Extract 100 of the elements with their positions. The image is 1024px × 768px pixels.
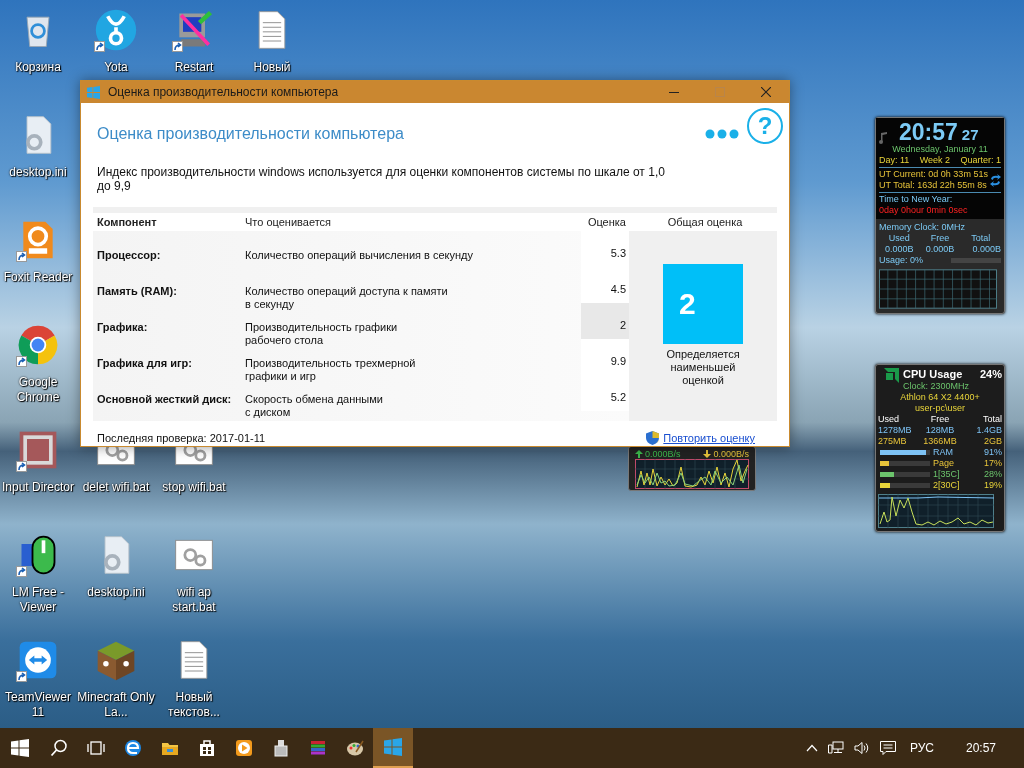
table-cell-text: Память (RAM):	[96, 285, 178, 299]
usage-bar	[951, 258, 1001, 263]
icon-label[interactable]: Новый	[233, 60, 311, 75]
table-cell-text: Графика для игр:	[96, 357, 193, 371]
taskbar-clock[interactable]: 20:57	[965, 741, 996, 755]
shortcut-arrow-icon	[172, 41, 183, 52]
score-cell: 9.9	[581, 339, 629, 375]
column-header: Компонент	[96, 216, 158, 228]
meter-value: 28%	[983, 469, 1002, 480]
app-circle-icon[interactable]	[94, 8, 138, 52]
icon-label[interactable]: stop wifi.bat	[155, 480, 233, 495]
column-header: Free	[929, 414, 951, 425]
download-arrow-icon	[703, 450, 712, 458]
usage-text: Usage: 0%	[879, 255, 924, 266]
table-cell-text: Количество операций доступа к памяти в секунду	[244, 285, 449, 312]
shortcut-arrow-icon	[94, 41, 105, 52]
score-cell: 5.3	[581, 231, 629, 267]
upload-arrow-icon	[635, 450, 643, 458]
window-title: Оценка производительности компьютера	[108, 85, 340, 99]
score-cell: 4.5	[581, 267, 629, 303]
meter-label: RAM	[933, 447, 954, 458]
shortcut-arrow-icon	[16, 356, 27, 367]
table-cell-text: Скорость обмена данными с диском	[244, 393, 384, 420]
new-year-countdown: 0day 0hour 0min 0sec	[879, 205, 969, 216]
icon-label[interactable]: TeamViewer 11	[0, 690, 77, 720]
icon-label[interactable]: Google Chrome	[0, 375, 77, 405]
table-cell-text: Процессор:	[96, 249, 162, 263]
shortcut-arrow-icon	[16, 566, 27, 577]
start-windows-icon[interactable]	[11, 739, 29, 757]
media-player-icon[interactable]	[234, 739, 253, 757]
browser-icon[interactable]	[123, 739, 142, 757]
memory-value: 1.4GB	[975, 425, 1002, 436]
memory-value: 0.000B	[924, 244, 956, 255]
meter-value: 17%	[983, 458, 1002, 469]
shortcut-arrow-icon	[16, 251, 27, 262]
language-indicator[interactable]: РУС	[909, 741, 934, 755]
download-speed: 0.000B/s	[713, 449, 749, 459]
table-cell-text: Основной жесткий диск:	[96, 393, 233, 407]
palette-icon[interactable]	[345, 739, 364, 757]
column-header: Free	[929, 233, 951, 244]
icon-label[interactable]: delet wifi.bat	[77, 480, 155, 495]
week-number: Week 2	[919, 155, 951, 166]
clock-date: Wednesday, January 11	[891, 144, 989, 155]
clock-time: 20:57	[899, 120, 958, 144]
last-check-text: Последняя проверка: 2017-01-11	[97, 432, 266, 444]
network-icon[interactable]	[827, 741, 844, 755]
icon-label[interactable]: wifi ap start.bat	[155, 585, 233, 615]
task-view-icon[interactable]	[86, 739, 105, 757]
cpu-model: Athlon 64 X2 4400+	[899, 392, 981, 403]
table-cell-text: Количество операций вычисления в секунду	[244, 249, 475, 263]
quarter-number: Quarter: 1	[960, 155, 1001, 166]
memory-value: 1278MB	[878, 425, 913, 436]
meter-label: 2[30C]	[933, 480, 961, 491]
usb-drive-icon[interactable]	[271, 739, 290, 757]
shopping-bag-icon[interactable]	[197, 739, 216, 757]
book-stack-icon[interactable]	[308, 739, 327, 757]
windows-logo-icon	[87, 85, 100, 99]
icon-label[interactable]: desktop.ini	[77, 585, 155, 600]
icon-label[interactable]: Yota	[77, 60, 155, 75]
icon-label[interactable]: Новый текстов...	[155, 690, 233, 720]
memory-value: 275MB	[878, 436, 908, 447]
overall-caption: Определяется наименьшей оценкой	[666, 348, 740, 387]
page-heading: Оценка производительности компьютера	[97, 124, 405, 143]
column-header: Что оценивается	[244, 216, 332, 228]
score-cell: 2	[581, 303, 629, 339]
meter-track	[880, 461, 930, 466]
upload-speed: 0.000B/s	[645, 449, 681, 459]
chevron-up-icon[interactable]	[805, 744, 818, 752]
refresh-icon[interactable]	[990, 173, 1001, 187]
cpu-usage-title: CPU Usage	[903, 368, 963, 381]
music-note-icon	[879, 132, 887, 144]
score-cell: 5.2	[581, 375, 629, 411]
memory-clock: Memory Clock: 0MHz	[879, 222, 966, 233]
meter-label: 1[35C]	[933, 469, 961, 480]
meter-label: Page	[933, 458, 956, 469]
cpu-clock: Clock: 2300MHz	[903, 381, 971, 392]
icon-label[interactable]: Minecraft Only La...	[77, 690, 155, 720]
meter-track	[880, 483, 930, 488]
browser-logo-icon[interactable]	[16, 323, 60, 367]
more-dots-icon[interactable]	[705, 129, 739, 139]
column-header: Total	[981, 414, 1002, 425]
icon-label[interactable]: Input Director	[0, 480, 77, 495]
icon-label[interactable]: desktop.ini	[0, 165, 77, 180]
icon-label[interactable]: LM Free - Viewer	[0, 585, 77, 615]
icon-label[interactable]: Корзина	[0, 60, 77, 75]
close-icon	[761, 87, 771, 97]
column-header: Общая оценка	[666, 216, 744, 228]
column-header: Оценка	[586, 216, 627, 228]
cpu-usage-percent: 24%	[979, 368, 1002, 381]
table-cell-text: Производительность трехмерной графики и игр	[244, 357, 417, 384]
memory-value: 0.000B	[971, 244, 1001, 255]
shortcut-arrow-icon	[16, 461, 27, 472]
memory-value: 0.000B	[884, 244, 915, 255]
notification-icon[interactable]	[879, 741, 896, 755]
speaker-icon[interactable]	[853, 741, 870, 755]
help-button[interactable]: ?	[747, 108, 783, 144]
shield-icon	[646, 431, 660, 445]
search-icon[interactable]	[49, 739, 68, 757]
icon-label[interactable]: Restart	[155, 60, 233, 75]
rerun-link[interactable]: Повторить оценку	[663, 432, 755, 444]
